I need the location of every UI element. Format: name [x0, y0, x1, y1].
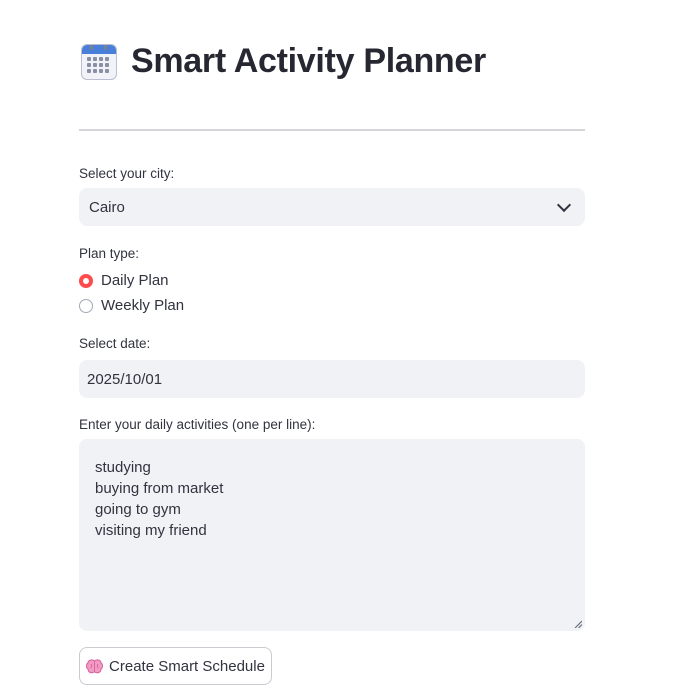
activity-line: going to gym — [95, 501, 181, 518]
city-select[interactable]: Cairo — [79, 188, 585, 226]
activity-line: buying from market — [95, 480, 224, 497]
activities-label: Enter your daily activities (one per lin… — [79, 417, 316, 432]
city-label: Select your city: — [79, 166, 175, 181]
radio-weekly-plan[interactable]: Weekly Plan — [79, 297, 184, 314]
activity-line: studying — [95, 459, 151, 476]
create-schedule-button-label: Create Smart Schedule — [109, 657, 265, 675]
date-label: Select date: — [79, 336, 151, 351]
resize-handle-icon[interactable] — [574, 620, 582, 628]
plan-type-label: Plan type: — [79, 246, 140, 261]
chevron-down-icon — [556, 197, 572, 212]
create-schedule-button[interactable]: Create Smart Schedule — [79, 647, 272, 685]
calendar-icon — [81, 43, 117, 80]
city-select-value: Cairo — [89, 198, 125, 216]
date-input[interactable]: 2025/10/01 — [79, 360, 585, 398]
activity-line: visiting my friend — [95, 522, 207, 539]
page: Smart Activity Planner Select your city:… — [0, 0, 677, 692]
page-header: Smart Activity Planner — [81, 42, 486, 81]
radio-daily-plan-label: Daily Plan — [101, 272, 169, 289]
date-input-value: 2025/10/01 — [87, 370, 163, 388]
radio-unselected-icon — [79, 298, 93, 313]
page-title: Smart Activity Planner — [131, 42, 486, 80]
radio-daily-plan[interactable]: Daily Plan — [79, 272, 169, 289]
radio-weekly-plan-label: Weekly Plan — [101, 297, 185, 314]
activities-textarea[interactable]: studying buying from market going to gym… — [79, 439, 585, 631]
brain-icon — [86, 658, 104, 673]
divider — [79, 129, 585, 131]
radio-selected-icon — [79, 273, 93, 288]
